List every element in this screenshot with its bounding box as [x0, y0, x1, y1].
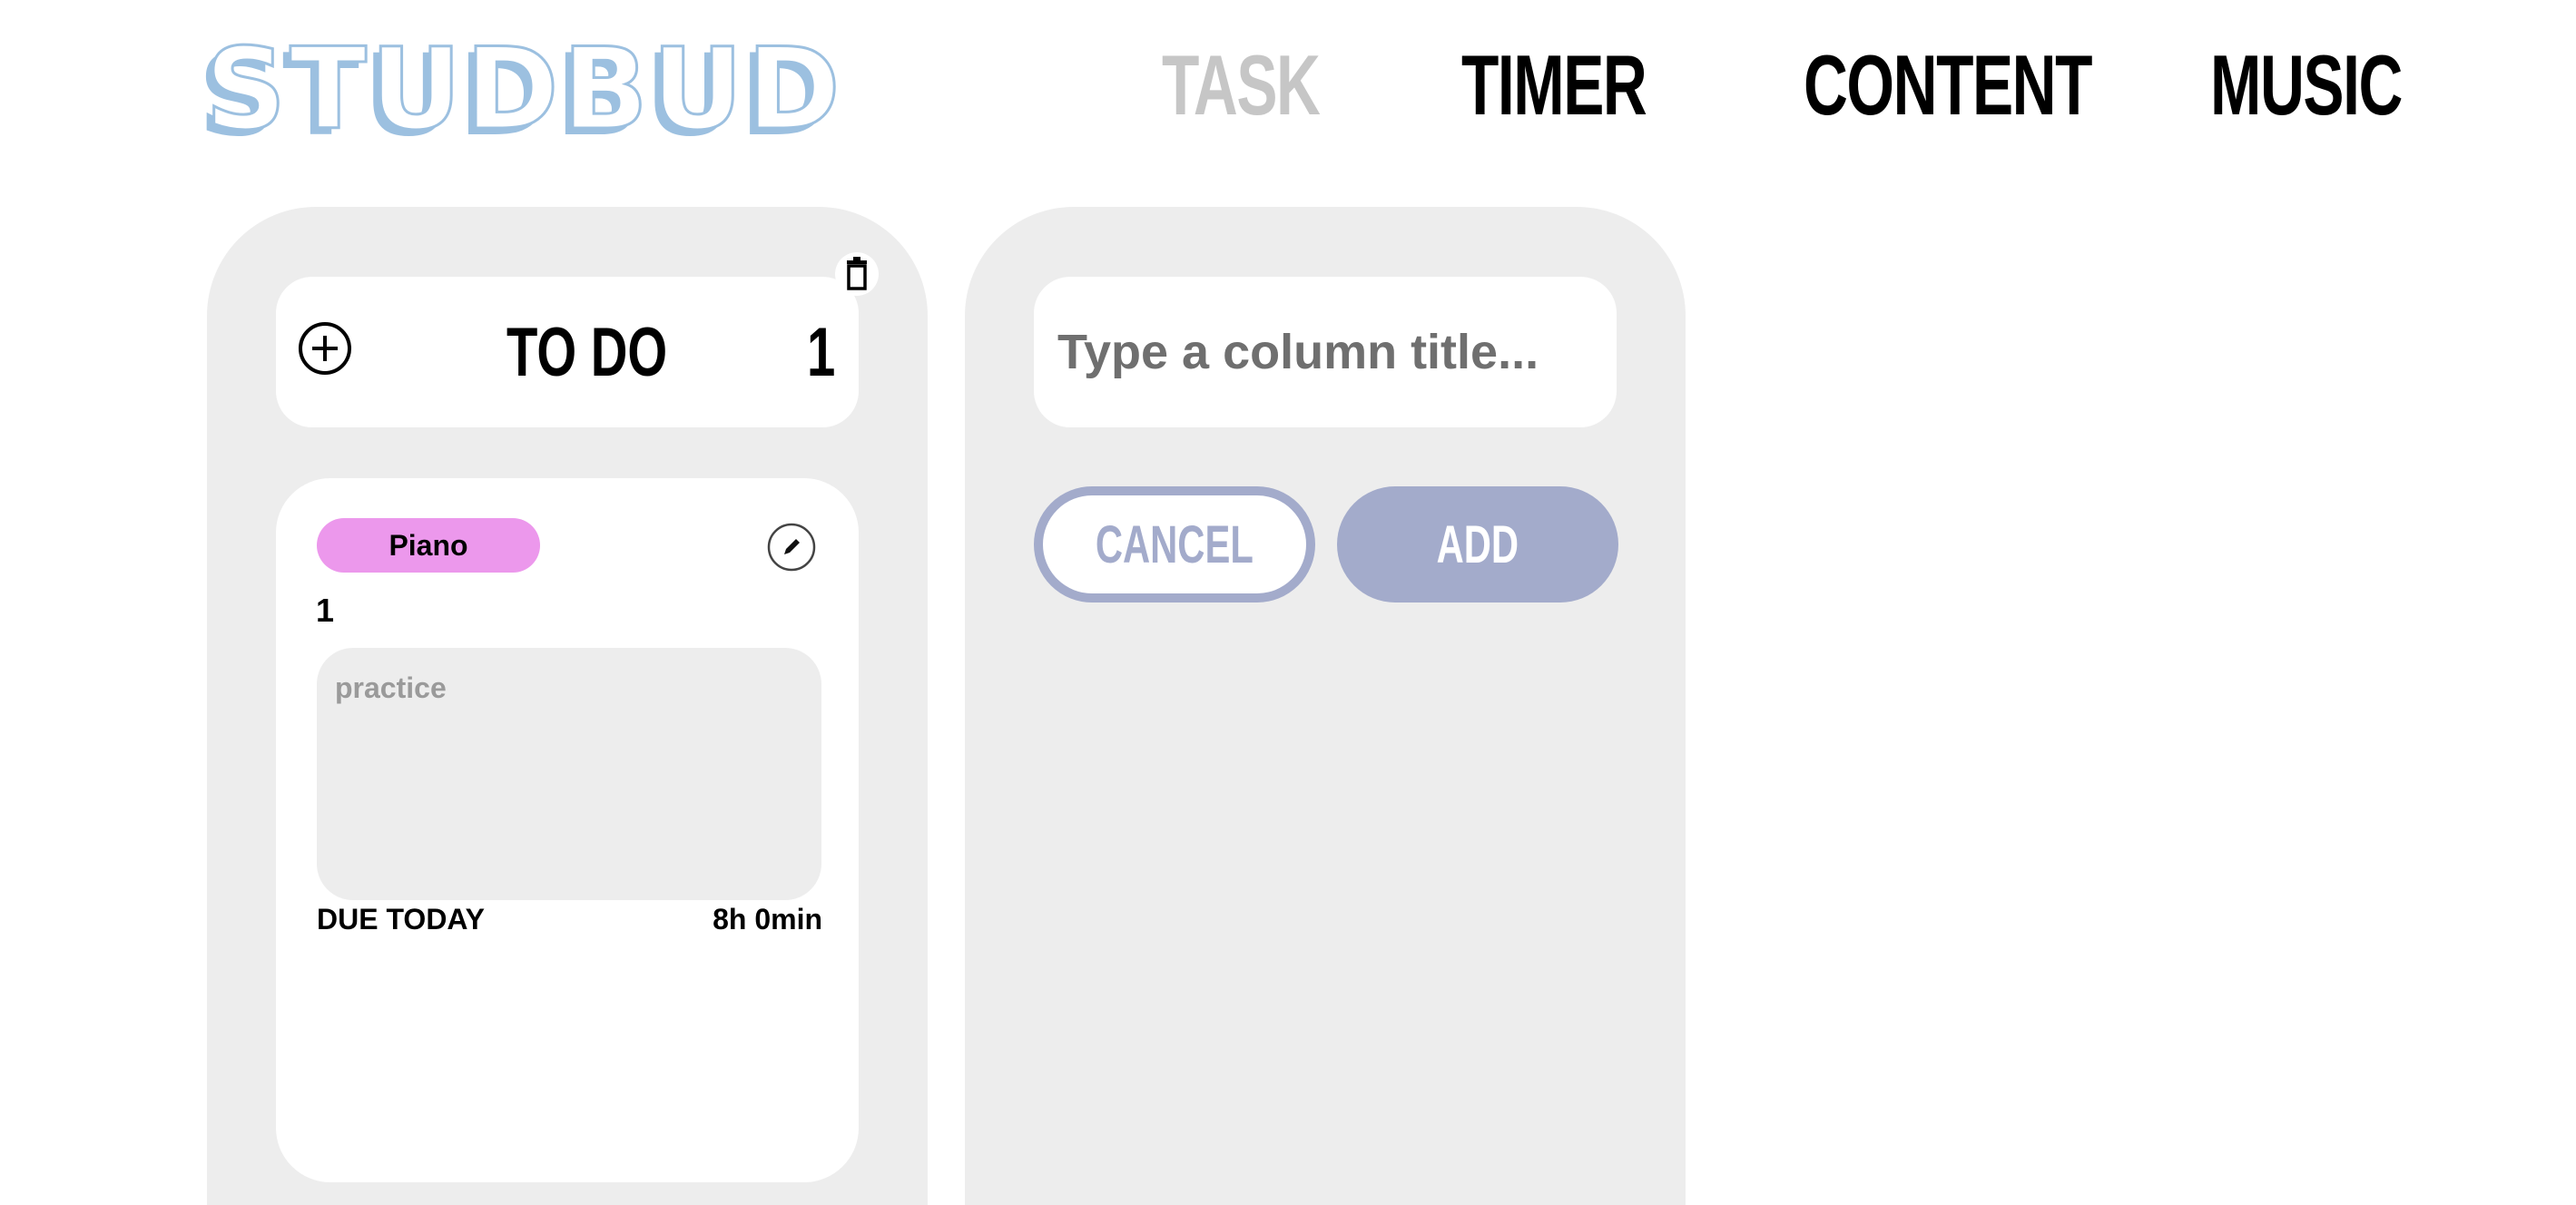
column-todo: TO DO 1 Piano 1 practice DUE TODAY 8h 0m…	[207, 207, 928, 1205]
column-task-count: 1	[807, 314, 836, 391]
task-due-label: DUE TODAY	[317, 903, 485, 936]
add-button-label: ADD	[1436, 514, 1519, 574]
cancel-button[interactable]: CANCEL	[1034, 486, 1315, 602]
nav-music[interactable]: MUSIC	[2210, 40, 2403, 131]
task-title: 1	[316, 592, 335, 629]
nav-timer[interactable]: TIMER	[1461, 40, 1647, 131]
task-duration: 8h 0min	[713, 903, 822, 936]
column-title-input[interactable]	[1034, 277, 1617, 427]
nav-content[interactable]: CONTENT	[1804, 40, 2092, 131]
cancel-button-label: CANCEL	[1095, 514, 1254, 574]
trash-icon[interactable]	[835, 252, 879, 296]
column-title: TO DO	[506, 314, 668, 391]
add-column-button[interactable]: ADD	[1337, 486, 1618, 602]
task-tag: Piano	[317, 518, 540, 573]
new-column-form: CANCEL ADD	[965, 207, 1686, 1205]
task-description[interactable]: practice	[317, 648, 821, 900]
add-task-icon[interactable]	[298, 321, 352, 376]
nav-task[interactable]: TASK	[1162, 40, 1321, 131]
app-logo[interactable]: STUDBUD	[204, 30, 844, 151]
edit-pencil-icon[interactable]	[767, 523, 816, 572]
